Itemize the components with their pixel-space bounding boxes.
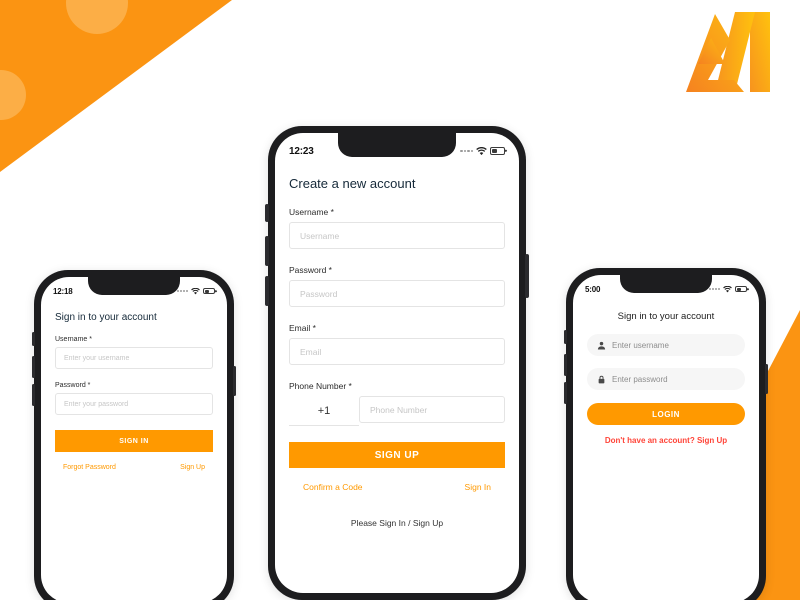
battery-icon [490,147,505,155]
power-button-left-phone[interactable] [233,366,236,396]
power-button-center-phone[interactable] [525,254,529,298]
left-phone-screen: 12:18 Sign in to your account Username *… [41,277,227,600]
password-placeholder: Enter password [612,374,668,384]
status-bar: 12:23 [275,133,519,164]
wifi-icon [476,146,487,155]
volume-down-left-phone[interactable] [32,384,35,406]
decor-dot [0,70,26,120]
silent-switch-right-phone[interactable] [564,330,567,344]
silent-switch-left-phone[interactable] [32,332,35,346]
right-phone-screen: 5:00 Sign in to your account Enter usern… [573,275,759,600]
page-title: Sign in to your account [617,311,715,322]
phone-number-input[interactable]: Phone Number [359,396,505,423]
page-title: Create a new account [289,176,416,191]
silent-switch-center-phone[interactable] [265,204,269,222]
volume-up-left-phone[interactable] [32,356,35,378]
username-placeholder: Enter username [612,340,669,350]
center-phone-links: Confirm a Code Sign In [289,482,505,492]
sign-up-link[interactable]: Sign Up [180,464,205,471]
signal-dots-icon [177,290,188,292]
password-input[interactable]: Enter password [587,368,745,390]
sign-in-button[interactable]: SIGN IN [55,430,213,452]
page-title: Sign in to your account [55,312,157,323]
signal-dots-icon [460,149,473,153]
battery-icon [203,288,215,294]
password-label: Password * [55,382,91,389]
volume-down-right-phone[interactable] [564,382,567,404]
forgot-password-link[interactable]: Forgot Password [63,464,116,471]
login-button[interactable]: LOGIN [587,403,745,425]
phone-center-signup: 12:23 Create a new account Username * Us… [265,126,529,600]
phone-right-login: 5:00 Sign in to your account Enter usern… [564,268,768,600]
signal-dots-icon [709,288,720,290]
status-time: 12:23 [289,145,314,157]
left-phone-form: Sign in to your account Username * Enter… [41,312,227,471]
left-phone-links: Forgot Password Sign Up [55,464,213,471]
status-time: 5:00 [585,284,601,294]
volume-up-right-phone[interactable] [564,354,567,376]
sign-up-button[interactable]: SIGN UP [289,442,505,468]
email-label: Email * [289,323,316,333]
username-label: Username * [289,207,334,217]
username-input[interactable]: Enter username [587,334,745,356]
password-input[interactable]: Enter your password [55,393,213,415]
footnote-text: Please Sign In / Sign Up [350,518,444,528]
screenshot-canvas: 12:18 Sign in to your account Username *… [0,0,800,600]
power-button-right-phone[interactable] [765,364,768,394]
username-input[interactable]: Enter your username [55,347,213,369]
aws-amplify-logo [678,8,774,96]
volume-up-center-phone[interactable] [265,236,269,266]
top-left-triangle-decoration [0,0,232,172]
status-time: 12:18 [53,286,73,296]
center-phone-form: Create a new account Username * Username… [275,176,519,528]
center-phone-screen: 12:23 Create a new account Username * Us… [275,133,519,593]
password-label: Password * [289,265,332,275]
sign-in-link[interactable]: Sign In [465,482,491,492]
username-label: Username * [55,336,92,343]
person-icon [597,341,606,349]
username-input[interactable]: Username [289,222,505,249]
wifi-icon [723,285,732,292]
phone-number-group: +1 Phone Number [289,396,505,426]
phone-left-signin: 12:18 Sign in to your account Username *… [32,270,236,600]
lock-icon [598,375,605,383]
password-input[interactable]: Password [289,280,505,307]
signup-prompt-link[interactable]: Don't have an account? Sign Up [587,436,745,445]
battery-icon [735,286,747,292]
wifi-icon [191,287,200,294]
email-input[interactable]: Email [289,338,505,365]
confirm-a-code-link[interactable]: Confirm a Code [303,482,363,492]
volume-down-center-phone[interactable] [265,276,269,306]
status-bar: 5:00 [573,275,759,300]
decor-dot [66,0,128,34]
status-bar: 12:18 [41,277,227,302]
phone-number-label: Phone Number * [289,381,352,391]
country-code-select[interactable]: +1 [289,396,359,426]
right-phone-form: Sign in to your account Enter username E… [573,311,759,445]
